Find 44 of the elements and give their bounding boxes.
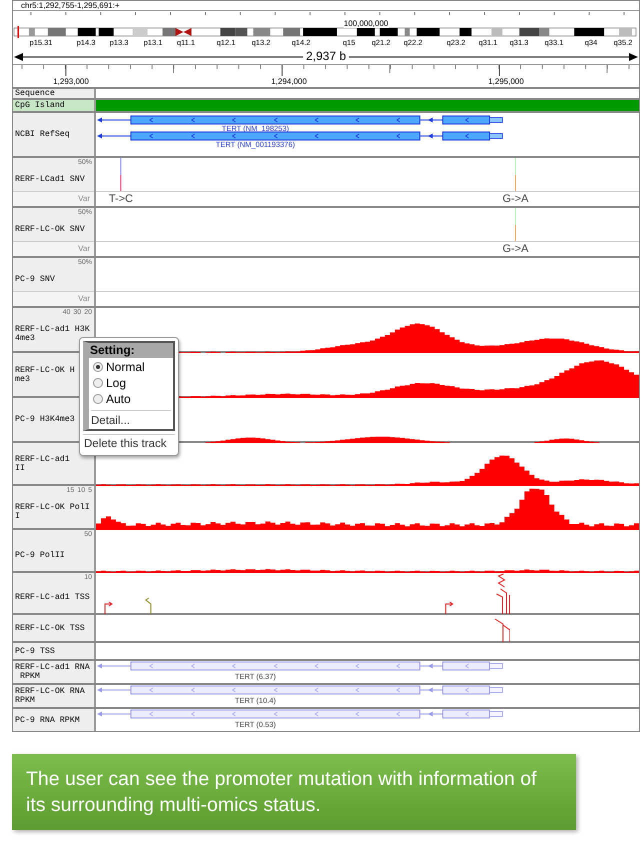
tss-marker-drawing [494, 618, 510, 642]
variant-marker [514, 208, 516, 242]
location-label: chr5:1,292,755-1,295,691:+ [21, 1, 120, 10]
track-label: RERF-LC-OK SNV [15, 224, 85, 234]
track-label: RERF-LC-OK H me3 [15, 366, 75, 384]
radio-option[interactable]: Log [93, 375, 173, 391]
track-label: RERF-LCad1 SNV [15, 174, 85, 184]
sublabel: Var [78, 193, 90, 205]
variant-marker [120, 158, 122, 192]
position-label: 100,000,000 [344, 19, 388, 28]
track-label: RERF-LC-ad1 TSS [15, 593, 90, 602]
radio-option[interactable]: Normal [93, 359, 173, 375]
detail-link[interactable]: Detail... [89, 411, 173, 429]
track-label: PC-9 H3K4me3 [15, 415, 75, 424]
track-label: RERF-LC-OK RNA RPKM [15, 687, 85, 705]
track-label: NCBI RefSeq [15, 130, 70, 139]
track-label: RERF-LC-ad1 II [15, 454, 70, 472]
track-label: PC-9 PolII [15, 550, 65, 560]
track-label: RERF-LC-OK TSS [15, 624, 85, 632]
track-label: RERF-LC-ad1 H3K 4me3 [15, 325, 90, 343]
track-label: CpG Island [15, 101, 65, 110]
track-label: PC-9 SNV [15, 274, 55, 284]
track-label: RERF-LC-OK PolI I [15, 502, 90, 520]
radio-icon[interactable] [93, 394, 103, 404]
ruler-label: 1,293,000 [53, 77, 89, 87]
ruler-label: 1,294,000 [271, 77, 307, 87]
variant-label: G->A [502, 242, 528, 257]
ruler-label: 1,295,000 [488, 77, 524, 87]
track-label: PC-9 RNA RPKM [15, 716, 80, 724]
variant-marker [514, 158, 516, 192]
track-label: PC-9 TSS [15, 646, 55, 656]
sublabel: Var [78, 243, 90, 255]
variant-label: G->A [502, 192, 528, 207]
track-label: Sequence [15, 89, 55, 98]
track-label: RERF-LC-ad1 RNA RPKM [15, 663, 90, 681]
radio-icon[interactable] [93, 378, 103, 388]
delete-track-item[interactable]: Delete this track [83, 435, 175, 453]
sublabel: Var [78, 293, 90, 305]
variant-label: T->C [108, 192, 133, 207]
span-label: 2,937 b [302, 49, 350, 64]
popup-title: Setting: [89, 343, 173, 358]
radio-option[interactable]: Auto [93, 391, 173, 407]
radio-icon[interactable] [93, 362, 103, 372]
caption-text: The user can see the promoter mutation with information of its surrounding multi-omics status. [26, 767, 538, 818]
